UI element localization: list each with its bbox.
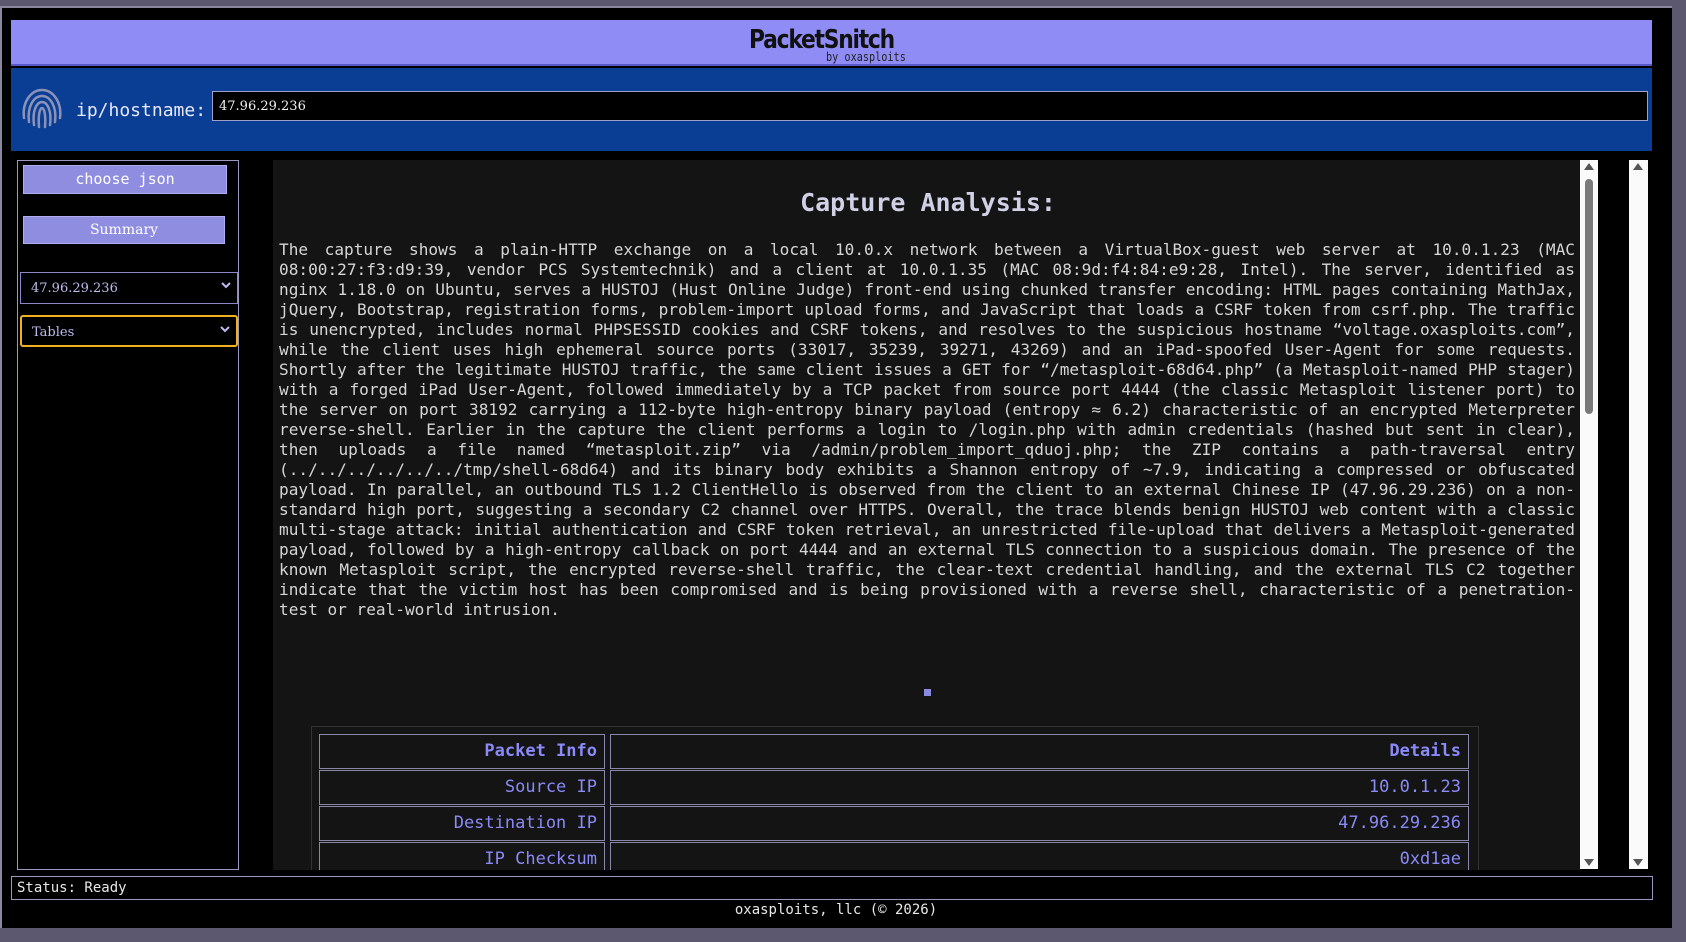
chevron-down-icon: [219, 323, 231, 335]
table-cell: Source IP: [319, 770, 605, 805]
status-bar: Status: Ready: [11, 876, 1653, 900]
scroll-up-icon[interactable]: [1633, 163, 1643, 170]
ip-hostname-input[interactable]: [212, 91, 1648, 121]
view-select[interactable]: Tables: [20, 315, 238, 347]
ip-bar: ip/hostname:: [11, 68, 1652, 151]
sidebar: choose json Summary 47.96.29.236 Tables: [17, 160, 239, 870]
table-row: Source IP 10.0.1.23: [319, 770, 1471, 805]
app-header: PacketSnitch by oxasploits: [11, 20, 1652, 66]
fingerprint-logo-icon: [19, 84, 65, 132]
separator-dot: [924, 689, 931, 696]
ip-hostname-label: ip/hostname:: [76, 100, 207, 121]
table-cell: 10.0.1.23: [610, 770, 1469, 805]
chevron-down-icon: [220, 279, 232, 291]
table-header-cell: Packet Info: [319, 734, 605, 769]
scroll-down-icon[interactable]: [1584, 859, 1594, 866]
view-select-value: Tables: [32, 325, 75, 340]
app-subtitle: by oxasploits: [826, 50, 906, 64]
ip-select-value: 47.96.29.236: [31, 281, 118, 296]
summary-button[interactable]: Summary: [23, 216, 225, 244]
brand-logo: PacketSnitch by oxasploits: [749, 26, 949, 66]
page-scrollbar[interactable]: [1629, 160, 1648, 869]
table-cell: 0xd1ae: [610, 842, 1469, 870]
scroll-thumb[interactable]: [1585, 179, 1593, 414]
scroll-down-icon[interactable]: [1633, 859, 1643, 866]
choose-json-button[interactable]: choose json: [23, 165, 227, 194]
table-header-cell: Details: [610, 734, 1469, 769]
table-cell: Destination IP: [319, 806, 605, 841]
footer-text: oxasploits, llc (© 2026): [734, 902, 938, 918]
content-scrollbar[interactable]: [1580, 160, 1598, 869]
ip-select[interactable]: 47.96.29.236: [20, 272, 238, 304]
table-header-row: Packet Info Details: [319, 734, 1471, 769]
packet-table: Packet Info Details Source IP 10.0.1.23 …: [311, 726, 1479, 870]
table-cell: IP Checksum: [319, 842, 605, 870]
scroll-up-icon[interactable]: [1584, 163, 1594, 170]
window-edge: [0, 928, 1686, 942]
table-row: IP Checksum 0xd1ae: [319, 842, 1471, 870]
table-cell: 47.96.29.236: [610, 806, 1469, 841]
analysis-text: The capture shows a plain-HTTP exchange …: [279, 240, 1575, 619]
page-title: Capture Analysis:: [800, 188, 1056, 217]
table-row: Destination IP 47.96.29.236: [319, 806, 1471, 841]
content-panel[interactable]: Capture Analysis: The capture shows a pl…: [273, 160, 1581, 870]
